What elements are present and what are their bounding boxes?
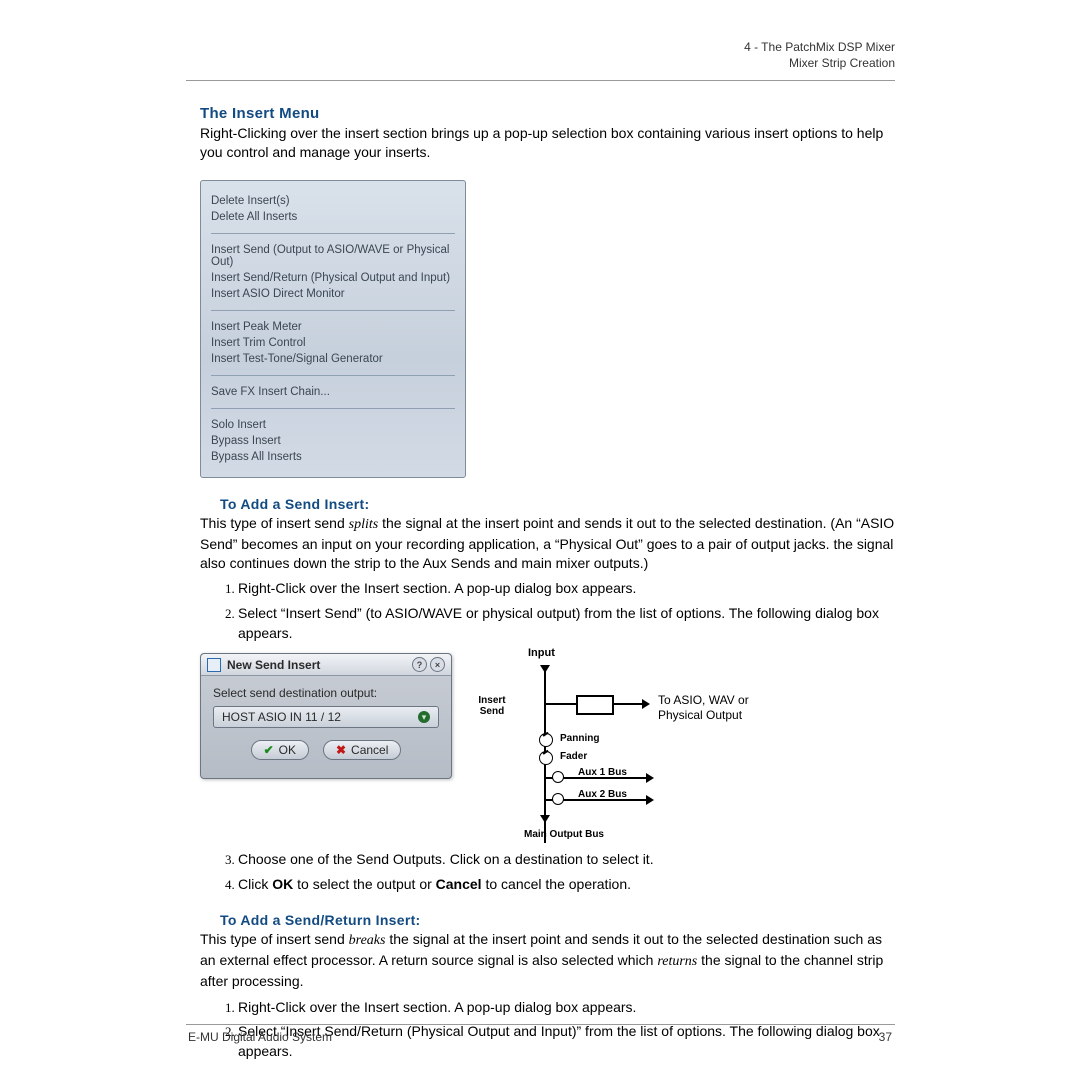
- menu-item[interactable]: Save FX Insert Chain...: [211, 384, 455, 400]
- menu-item[interactable]: Insert Test-Tone/Signal Generator: [211, 351, 455, 367]
- para-sr-em1: breaks: [349, 933, 386, 948]
- steps-add-send-1: Right-Click over the Insert section. A p…: [218, 578, 895, 643]
- section-title-insert-menu: The Insert Menu: [200, 105, 895, 122]
- step: Select “Insert Send/Return (Physical Out…: [238, 1021, 895, 1062]
- close-icon[interactable]: ×: [430, 657, 445, 672]
- send-destination-select[interactable]: HOST ASIO IN 11 / 12 ▾: [213, 706, 439, 728]
- diagram-line: [612, 703, 642, 705]
- menu-item[interactable]: Bypass All Inserts: [211, 449, 455, 465]
- diagram-label-output: To ASIO, WAV or Physical Output: [658, 693, 749, 722]
- dialog-app-icon: [207, 658, 221, 672]
- paragraph-add-send-return: This type of insert send breaks the sign…: [200, 930, 895, 991]
- arrow-icon: [540, 815, 550, 823]
- content-area: The Insert Menu Right-Clicking over the …: [200, 95, 895, 1066]
- menu-item[interactable]: Bypass Insert: [211, 433, 455, 449]
- cancel-label: Cancel: [351, 743, 388, 757]
- select-value: HOST ASIO IN 11 / 12: [222, 710, 341, 724]
- paragraph-add-send: This type of insert send splits the sign…: [200, 514, 895, 573]
- menu-item[interactable]: Delete Insert(s): [211, 193, 455, 209]
- diagram-label-insert-send: Insert Send: [472, 695, 512, 717]
- step-mid: to select the output or: [293, 876, 435, 892]
- step: Click OK to select the output or Cancel …: [238, 874, 895, 894]
- fader-knob-icon: [539, 751, 553, 765]
- arrow-icon: [646, 773, 654, 783]
- cancel-button[interactable]: ✖ Cancel: [323, 740, 401, 760]
- help-icon[interactable]: ?: [412, 657, 427, 672]
- menu-separator: [211, 310, 455, 311]
- footer-left: E-MU Digital Audio System: [188, 1030, 332, 1044]
- diagram-label-panning: Panning: [560, 733, 599, 744]
- step-pre: Click: [238, 876, 272, 892]
- menu-item[interactable]: Solo Insert: [211, 417, 455, 433]
- chevron-down-icon[interactable]: ▾: [418, 711, 430, 723]
- para-add-send-em: splits: [349, 517, 379, 532]
- step: Right-Click over the Insert section. A p…: [238, 578, 895, 598]
- steps-add-send-2: Choose one of the Send Outputs. Click on…: [218, 849, 895, 894]
- panning-knob-icon: [539, 733, 553, 747]
- dialog-title: New Send Insert: [227, 658, 320, 672]
- menu-item[interactable]: Insert ASIO Direct Monitor: [211, 286, 455, 302]
- check-icon: ✔: [264, 743, 274, 757]
- menu-separator: [211, 375, 455, 376]
- diagram-label-input: Input: [528, 647, 555, 659]
- diagram-label-main: Main Output Bus: [524, 829, 604, 840]
- insert-context-menu[interactable]: Delete Insert(s) Delete All Inserts Inse…: [200, 180, 466, 478]
- menu-item[interactable]: Insert Send/Return (Physical Output and …: [211, 270, 455, 286]
- para-sr-em2: returns: [657, 954, 697, 969]
- page-header: 4 - The PatchMix DSP Mixer Mixer Strip C…: [744, 40, 895, 71]
- section-title-add-send-return: To Add a Send/Return Insert:: [220, 912, 895, 928]
- header-rule: [186, 80, 895, 81]
- aux-knob-icon: [552, 793, 564, 805]
- ok-label: OK: [279, 743, 296, 757]
- step: Choose one of the Send Outputs. Click on…: [238, 849, 895, 869]
- arrow-icon: [646, 795, 654, 805]
- header-line1: 4 - The PatchMix DSP Mixer: [744, 40, 895, 56]
- section-paragraph-insert-menu: Right-Clicking over the insert section b…: [200, 124, 895, 162]
- header-line2: Mixer Strip Creation: [744, 56, 895, 72]
- diagram-label-aux2: Aux 2 Bus: [578, 789, 627, 800]
- menu-item[interactable]: Delete All Inserts: [211, 209, 455, 225]
- step: Select “Insert Send” (to ASIO/WAVE or ph…: [238, 603, 895, 644]
- section-title-add-send: To Add a Send Insert:: [220, 496, 895, 512]
- diagram-line: [546, 703, 576, 705]
- step-post: to cancel the operation.: [482, 876, 631, 892]
- menu-item[interactable]: Insert Send (Output to ASIO/WAVE or Phys…: [211, 242, 455, 270]
- aux-knob-icon: [552, 771, 564, 783]
- x-icon: ✖: [336, 743, 346, 757]
- new-send-insert-dialog: New Send Insert ? × Select send destinat…: [200, 653, 452, 779]
- menu-separator: [211, 408, 455, 409]
- step-ok: OK: [272, 876, 293, 892]
- diagram-insert-box: [576, 695, 614, 715]
- arrow-icon: [642, 699, 650, 709]
- signal-flow-diagram: Input Insert Send To ASIO, WAV or Physic…: [474, 653, 794, 843]
- menu-item[interactable]: Insert Peak Meter: [211, 319, 455, 335]
- dialog-field-label: Select send destination output:: [213, 686, 439, 700]
- diagram-label-fader: Fader: [560, 751, 587, 762]
- menu-separator: [211, 233, 455, 234]
- menu-item[interactable]: Insert Trim Control: [211, 335, 455, 351]
- dialog-titlebar[interactable]: New Send Insert ? ×: [201, 654, 451, 676]
- page-number: 37: [879, 1030, 892, 1044]
- para-sr-pre: This type of insert send: [200, 931, 349, 947]
- para-add-send-pre: This type of insert send: [200, 515, 349, 531]
- footer-rule: [186, 1024, 895, 1025]
- diagram-label-aux1: Aux 1 Bus: [578, 767, 627, 778]
- step-cancel: Cancel: [436, 876, 482, 892]
- ok-button[interactable]: ✔ OK: [251, 740, 309, 760]
- step: Right-Click over the Insert section. A p…: [238, 997, 895, 1017]
